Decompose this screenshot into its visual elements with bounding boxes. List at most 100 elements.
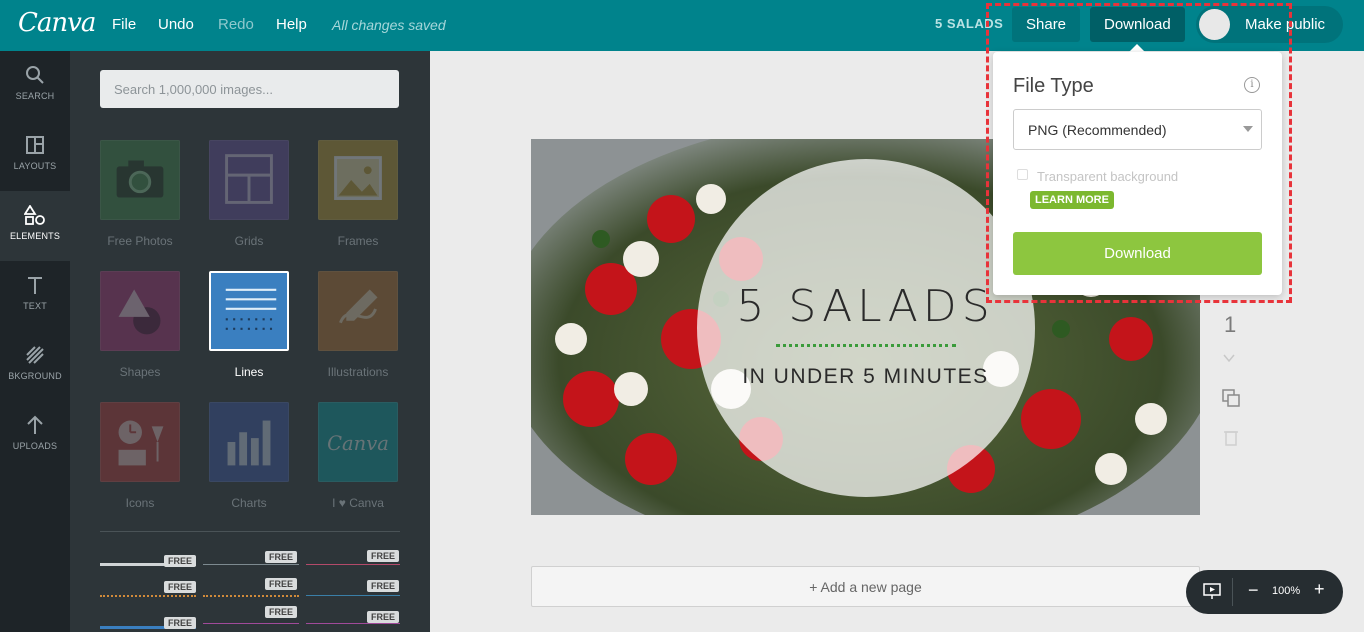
line-sample[interactable] xyxy=(306,595,400,596)
document-title[interactable]: 5 SALADS xyxy=(935,16,1003,31)
free-badge: FREE xyxy=(164,581,197,593)
zoom-separator xyxy=(1232,578,1233,606)
zoom-out-button[interactable]: − xyxy=(1248,580,1259,601)
share-button[interactable]: Share xyxy=(1012,7,1081,42)
tile-charts[interactable] xyxy=(209,402,289,482)
background-icon xyxy=(26,346,44,364)
line-sample[interactable] xyxy=(100,595,196,597)
trash-icon[interactable] xyxy=(1223,428,1239,446)
download-popup: File Type i PNG (Recommended) Transparen… xyxy=(993,52,1282,295)
transparent-background-label: Transparent background xyxy=(1037,169,1179,184)
panel-divider xyxy=(100,531,400,532)
rail-uploads[interactable]: UPLOADS xyxy=(0,401,70,471)
save-status: All changes saved xyxy=(332,17,446,33)
zoom-in-button[interactable]: + xyxy=(1314,579,1325,600)
duplicate-icon[interactable] xyxy=(1221,388,1241,408)
menu-redo[interactable]: Redo xyxy=(218,16,254,33)
add-page-button[interactable]: + Add a new page xyxy=(531,566,1200,607)
page-number: 1 xyxy=(1224,312,1237,337)
free-badge: FREE xyxy=(367,611,400,623)
tile-free-photos[interactable] xyxy=(100,140,180,220)
rail-elements[interactable]: ELEMENTS xyxy=(0,191,70,261)
tile-label: Frames xyxy=(337,234,379,248)
camera-icon xyxy=(100,140,180,220)
make-public-label: Make public xyxy=(1245,16,1326,33)
menu-undo[interactable]: Undo xyxy=(158,16,194,33)
file-type-heading: File Type xyxy=(1013,75,1094,97)
top-bar: Canva File Undo Redo Help All changes sa… xyxy=(0,0,1364,51)
file-type-value: PNG (Recommended) xyxy=(1028,122,1167,138)
free-badge: FREE xyxy=(367,550,400,562)
rail-search[interactable]: SEARCH xyxy=(0,51,70,121)
free-badge: FREE xyxy=(265,578,298,590)
search-icon xyxy=(26,66,44,84)
rail-label: TEXT xyxy=(23,301,47,311)
learn-more-button[interactable]: LEARN MORE xyxy=(1030,191,1114,209)
download-confirm-button[interactable]: Download xyxy=(1013,232,1262,275)
rail-background[interactable]: BKGROUND xyxy=(0,331,70,401)
tile-grids[interactable] xyxy=(209,140,289,220)
tile-label: Free Photos xyxy=(107,234,173,248)
tile-label: Grids xyxy=(234,234,264,248)
shapes-icon xyxy=(100,271,180,351)
tile-label: I ♥ Canva xyxy=(332,496,384,510)
canva-logo-icon: Canva xyxy=(318,402,398,482)
tile-shapes[interactable] xyxy=(100,271,180,351)
text-icon xyxy=(28,277,42,294)
rail-label: BKGROUND xyxy=(8,371,62,381)
rail-label: LAYOUTS xyxy=(13,161,57,171)
zoom-control: − 100% + xyxy=(1186,570,1343,614)
svg-text:Canva: Canva xyxy=(327,432,389,455)
menu-help[interactable]: Help xyxy=(276,16,307,33)
line-sample[interactable] xyxy=(203,623,299,624)
free-badge: FREE xyxy=(164,617,197,629)
grid-icon xyxy=(209,140,289,220)
free-badge: FREE xyxy=(265,606,298,618)
bar-chart-icon xyxy=(209,402,289,482)
zoom-level: 100% xyxy=(1272,585,1301,597)
design-subheadline[interactable]: IN UNDER 5 MINUTES xyxy=(531,365,1200,389)
tile-label: Charts xyxy=(231,496,267,510)
upload-icon xyxy=(27,415,43,434)
rail-layouts[interactable]: LAYOUTS xyxy=(0,121,70,191)
tile-label: Icons xyxy=(125,496,155,510)
free-badge: FREE xyxy=(367,580,400,592)
free-badge: FREE xyxy=(164,555,197,567)
toggle-knob xyxy=(1199,9,1230,40)
lines-icon xyxy=(225,288,277,330)
line-sample[interactable] xyxy=(203,564,299,565)
move-down-icon[interactable] xyxy=(1221,350,1237,366)
elements-icon xyxy=(24,205,45,225)
tile-label: Shapes xyxy=(119,365,161,379)
file-type-select[interactable]: PNG (Recommended) xyxy=(1013,109,1262,150)
rail-label: UPLOADS xyxy=(12,441,58,451)
present-icon[interactable] xyxy=(1202,581,1222,601)
image-search-input[interactable] xyxy=(100,70,399,108)
line-sample[interactable] xyxy=(306,623,400,624)
canva-logo[interactable]: Canva xyxy=(18,8,96,38)
free-badge: FREE xyxy=(265,551,298,563)
menu-file[interactable]: File xyxy=(112,16,136,33)
rail-label: SEARCH xyxy=(15,91,55,101)
line-sample[interactable] xyxy=(203,595,299,597)
make-public-toggle[interactable]: Make public xyxy=(1196,6,1343,43)
line-sample[interactable] xyxy=(306,564,400,565)
pencil-icon xyxy=(318,271,398,351)
download-button[interactable]: Download xyxy=(1090,7,1185,42)
tile-i-love-canva[interactable]: Canva xyxy=(318,402,398,482)
tile-icons[interactable] xyxy=(100,402,180,482)
frame-icon xyxy=(318,140,398,220)
dotted-divider[interactable] xyxy=(776,344,956,347)
chevron-down-icon xyxy=(1243,126,1253,132)
elements-panel: Free Photos Grids Frames Shapes Lines Il… xyxy=(70,51,430,632)
transparent-background-checkbox[interactable] xyxy=(1017,169,1028,180)
tile-frames[interactable] xyxy=(318,140,398,220)
tile-illustrations[interactable] xyxy=(318,271,398,351)
rail-label: ELEMENTS xyxy=(9,231,61,241)
info-icon[interactable]: i xyxy=(1244,77,1260,93)
tile-lines[interactable] xyxy=(209,271,289,351)
rail-text[interactable]: TEXT xyxy=(0,261,70,331)
tile-label: Illustrations xyxy=(327,365,389,379)
layouts-icon xyxy=(26,136,44,154)
clock-icon xyxy=(100,402,180,482)
